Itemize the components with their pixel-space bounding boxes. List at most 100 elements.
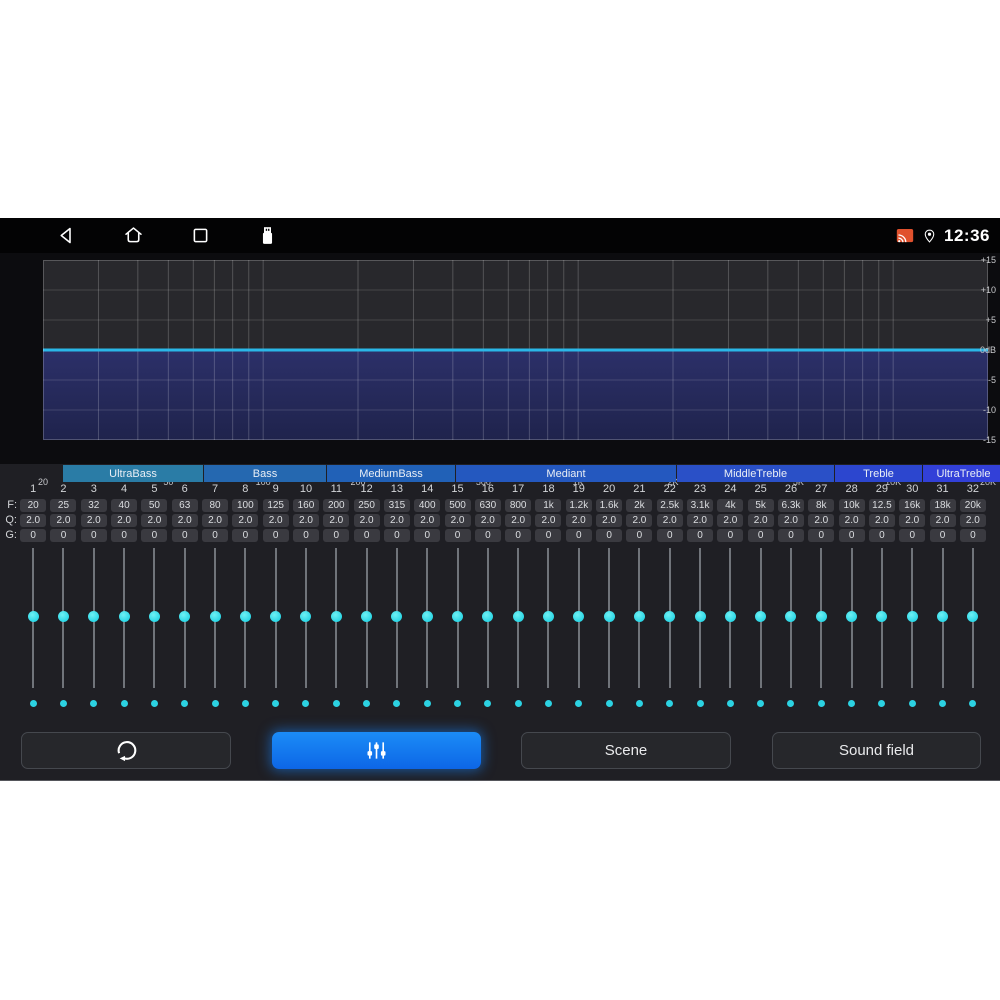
band-slider[interactable] [685,546,715,690]
band-freq-value[interactable]: 1.2k [564,498,594,512]
band-freq-value[interactable]: 250 [351,498,381,512]
band-q-value[interactable]: 2.0 [261,513,291,527]
band-gain-value[interactable]: 0 [109,528,139,542]
cyan-dot[interactable] [878,699,886,707]
value-chip[interactable]: 2.0 [80,513,107,527]
value-chip[interactable]: 0 [171,528,198,542]
cyan-dot[interactable] [848,699,856,707]
band-gain-value[interactable]: 0 [382,528,412,542]
cyan-dot[interactable] [211,699,219,707]
slider-knob[interactable] [937,611,949,622]
band-slider[interactable] [746,546,776,690]
value-chip[interactable]: 6.3k [777,498,804,512]
band-slider[interactable] [412,546,442,690]
cyan-dot[interactable] [332,699,340,707]
value-chip[interactable]: 1k [535,498,562,512]
cyan-dot[interactable] [635,699,643,707]
band-gain-value[interactable]: 0 [958,528,988,542]
band-q-value[interactable]: 2.0 [624,513,654,527]
band-select-dot[interactable] [715,696,745,710]
band-select-dot[interactable] [200,696,230,710]
value-chip[interactable]: 0 [535,528,562,542]
band-q-value[interactable]: 2.0 [230,513,260,527]
band-q-value[interactable]: 2.0 [412,513,442,527]
slider-knob[interactable] [815,611,827,622]
band-freq-value[interactable]: 200 [321,498,351,512]
value-chip[interactable]: 2.0 [444,513,471,527]
value-chip[interactable]: 2.0 [717,513,744,527]
band-gain-value[interactable]: 0 [624,528,654,542]
band-q-value[interactable]: 2.0 [564,513,594,527]
band-q-value[interactable]: 2.0 [685,513,715,527]
band-freq-value[interactable]: 1k [533,498,563,512]
value-chip[interactable]: 2.0 [505,513,532,527]
band-freq-value[interactable]: 20 [18,498,48,512]
value-chip[interactable]: 0 [50,528,77,542]
slider-knob[interactable] [694,611,706,622]
cyan-dot[interactable] [696,699,704,707]
value-chip[interactable]: 2.0 [535,513,562,527]
value-chip[interactable]: 160 [292,498,319,512]
value-chip[interactable]: 10k [838,498,865,512]
cyan-dot[interactable] [726,699,734,707]
value-chip[interactable]: 0 [202,528,229,542]
cyan-dot[interactable] [241,699,249,707]
band-q-value[interactable]: 2.0 [655,513,685,527]
band-freq-value[interactable]: 10k [836,498,866,512]
value-chip[interactable]: 0 [474,528,501,542]
band-freq-value[interactable]: 8k [806,498,836,512]
band-freq-value[interactable]: 50 [139,498,169,512]
value-chip[interactable]: 400 [414,498,441,512]
cyan-dot[interactable] [302,699,310,707]
band-select-dot[interactable] [897,696,927,710]
value-chip[interactable]: 0 [899,528,926,542]
band-freq-value[interactable]: 3.1k [685,498,715,512]
value-chip[interactable]: 100 [232,498,259,512]
sound-field-button[interactable]: Sound field [772,732,981,769]
slider-knob[interactable] [482,611,494,622]
value-chip[interactable]: 800 [505,498,532,512]
band-slider[interactable] [897,546,927,690]
band-q-value[interactable]: 2.0 [139,513,169,527]
value-chip[interactable]: 0 [383,528,410,542]
value-chip[interactable]: 0 [656,528,683,542]
cyan-dot[interactable] [544,699,552,707]
band-gain-value[interactable]: 0 [200,528,230,542]
value-chip[interactable]: 0 [80,528,107,542]
band-select-dot[interactable] [109,696,139,710]
band-slider[interactable] [655,546,685,690]
value-chip[interactable]: 0 [777,528,804,542]
slider-knob[interactable] [27,611,39,622]
band-gain-value[interactable]: 0 [321,528,351,542]
value-chip[interactable]: 0 [505,528,532,542]
band-select-dot[interactable] [806,696,836,710]
band-freq-value[interactable]: 6.3k [776,498,806,512]
value-chip[interactable]: 2.0 [50,513,77,527]
slider-knob[interactable] [755,611,767,622]
band-select-dot[interactable] [503,696,533,710]
value-chip[interactable]: 2.0 [929,513,956,527]
band-freq-value[interactable]: 800 [503,498,533,512]
value-chip[interactable]: 2.0 [323,513,350,527]
value-chip[interactable]: 8k [808,498,835,512]
band-slider[interactable] [170,546,200,690]
band-freq-value[interactable]: 80 [200,498,230,512]
value-chip[interactable]: 2.0 [626,513,653,527]
band-slider[interactable] [139,546,169,690]
band-freq-value[interactable]: 125 [261,498,291,512]
value-chip[interactable]: 0 [838,528,865,542]
value-chip[interactable]: 2.0 [838,513,865,527]
band-select-dot[interactable] [624,696,654,710]
cyan-dot[interactable] [150,699,158,707]
band-select-dot[interactable] [655,696,685,710]
cyan-dot[interactable] [272,699,280,707]
value-chip[interactable]: 250 [353,498,380,512]
value-chip[interactable]: 0 [414,528,441,542]
cyan-dot[interactable] [59,699,67,707]
band-q-value[interactable]: 2.0 [473,513,503,527]
band-slider[interactable] [503,546,533,690]
band-select-dot[interactable] [382,696,412,710]
slider-knob[interactable] [148,611,160,622]
value-chip[interactable]: 0 [959,528,986,542]
band-slider[interactable] [867,546,897,690]
